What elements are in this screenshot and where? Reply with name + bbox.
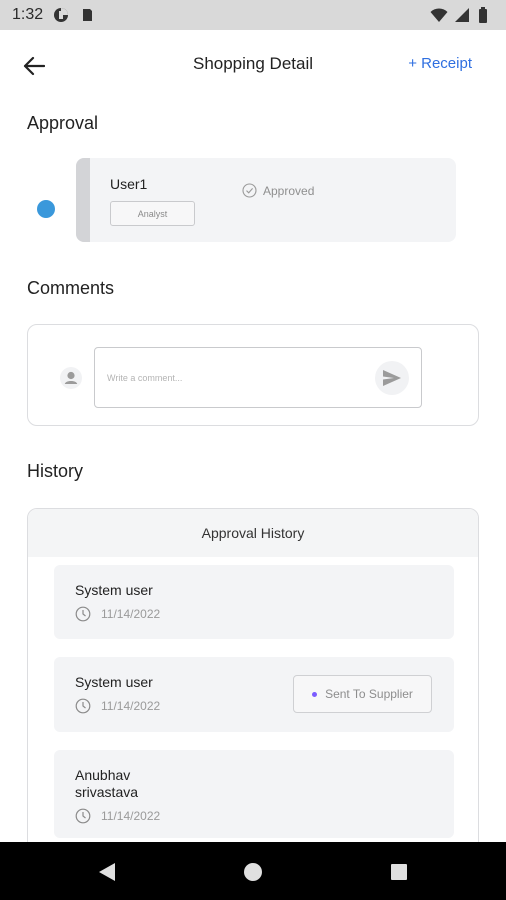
- status-left: 1:32: [12, 6, 95, 24]
- approval-status: Approved: [242, 183, 314, 198]
- check-circle-icon: [242, 183, 257, 198]
- comments-section-title: Comments: [27, 278, 115, 298]
- approval-section-title: Approval: [27, 113, 99, 133]
- history-item-date: 11/14/2022: [101, 809, 161, 823]
- history-header: Approval History: [28, 509, 478, 557]
- circle-home-icon: [244, 863, 262, 881]
- square-recents-icon: [391, 864, 407, 880]
- send-icon: [383, 370, 401, 386]
- history-item-date-row: 11/14/2022: [75, 698, 160, 714]
- history-item-date-row: 11/14/2022: [75, 606, 160, 622]
- approval-status-label: Approved: [263, 183, 315, 198]
- history-item-name: System user: [75, 674, 153, 690]
- history-item-name: Anubhav srivastava: [75, 767, 139, 800]
- battery-icon: [478, 7, 494, 23]
- approver-role-badge: Analyst: [110, 201, 195, 226]
- data-saver-icon: [53, 7, 69, 23]
- approval-card: User1 Analyst Approved: [76, 158, 456, 242]
- history-item: System user 11/14/2022 Sent To Supplier: [54, 657, 454, 732]
- history-status-badge: Sent To Supplier: [293, 675, 432, 713]
- history-section-title: History: [27, 461, 84, 481]
- nav-back-button[interactable]: [96, 861, 118, 883]
- status-time: 1:32: [12, 6, 44, 23]
- user-avatar-icon: [60, 367, 82, 389]
- comments-box: [27, 324, 479, 426]
- cell-signal-icon: [454, 7, 470, 23]
- approver-name: User1: [110, 176, 148, 192]
- status-dot: [312, 691, 318, 697]
- clock-icon: [75, 606, 91, 622]
- nav-recents-button[interactable]: [388, 861, 410, 883]
- wifi-icon: [430, 7, 448, 23]
- comment-input[interactable]: [107, 366, 357, 390]
- send-comment-button[interactable]: [375, 361, 409, 395]
- history-item-date: 11/14/2022: [101, 699, 161, 713]
- clock-icon: [75, 808, 91, 824]
- history-item-date: 11/14/2022: [101, 607, 161, 621]
- history-status-label: Sent To Supplier: [325, 687, 413, 701]
- add-receipt-button[interactable]: + Receipt: [408, 55, 472, 72]
- history-box: Approval History System user 11/14/2022 …: [27, 508, 479, 868]
- history-item-date-row: 11/14/2022: [75, 808, 160, 824]
- nav-home-button[interactable]: [242, 861, 264, 883]
- status-right: [430, 7, 494, 23]
- history-item: Anubhav srivastava 11/14/2022: [54, 750, 454, 838]
- triangle-back-icon: [99, 863, 115, 881]
- history-item: System user 11/14/2022: [54, 565, 454, 639]
- approval-card-stripe: [76, 158, 90, 242]
- sd-card-icon: [79, 7, 95, 23]
- system-nav-bar: [0, 842, 506, 900]
- app-header: Shopping Detail + Receipt: [0, 30, 506, 100]
- comment-input-wrapper: [94, 347, 422, 408]
- clock-icon: [75, 698, 91, 714]
- approval-status-dot: [37, 200, 55, 218]
- history-item-name: System user: [75, 582, 153, 598]
- status-bar: 1:32: [0, 0, 506, 30]
